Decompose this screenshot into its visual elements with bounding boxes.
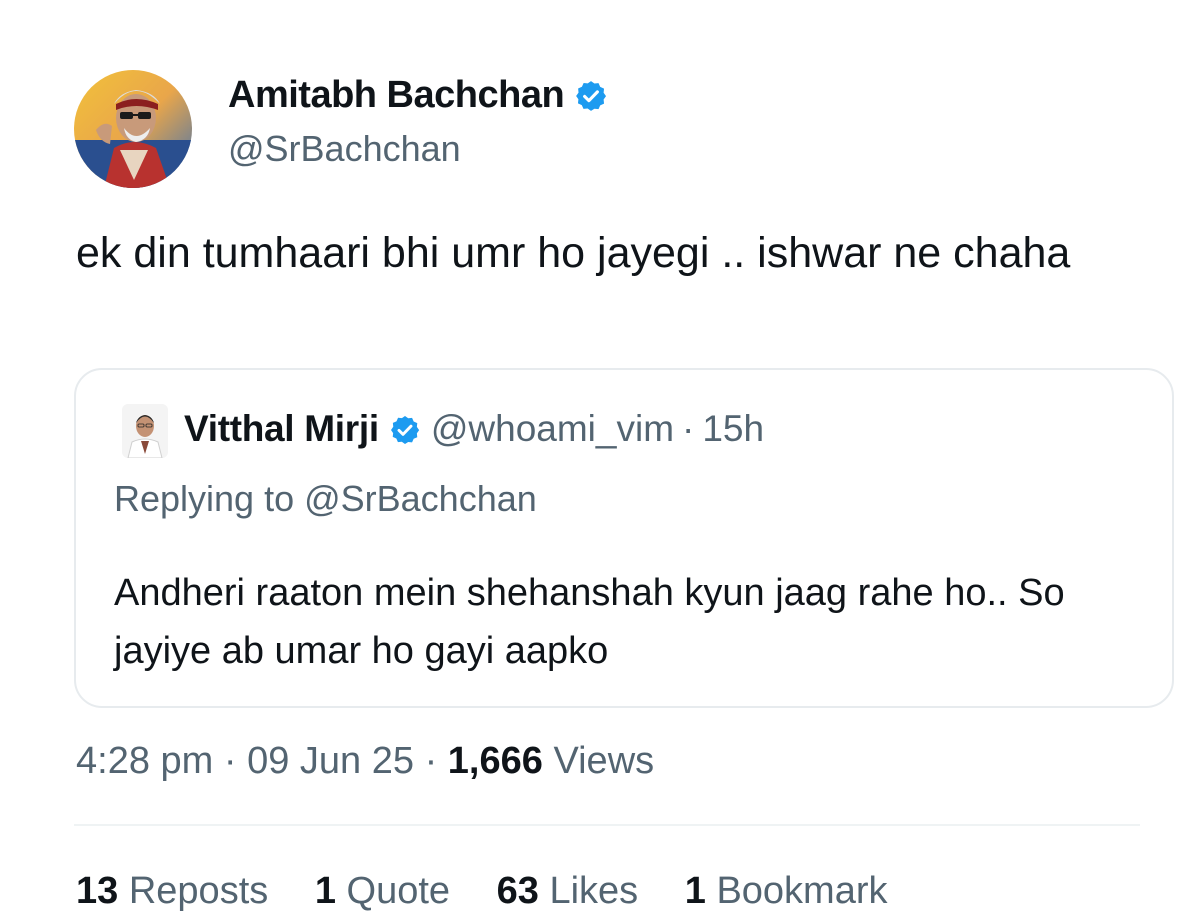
tweet-time[interactable]: 4:28 pm — [76, 740, 213, 782]
author-name-row[interactable]: Amitabh Bachchan — [228, 74, 608, 117]
author-avatar[interactable] — [74, 70, 192, 188]
verified-badge-icon — [574, 79, 608, 113]
quoted-timestamp[interactable]: 15h — [702, 408, 764, 450]
author-handle[interactable]: @SrBachchan — [228, 128, 461, 170]
quoted-separator: · — [682, 408, 695, 449]
replying-to[interactable]: Replying to @SrBachchan — [114, 478, 537, 520]
bookmarks-stat[interactable]: 1 Bookmark — [685, 870, 888, 912]
tweet-meta: 4:28 pm · 09 Jun 25 · 1,666 Views — [76, 740, 654, 783]
likes-label: Likes — [549, 870, 639, 912]
tweet-text: ek din tumhaari bhi umr ho jayegi .. ish… — [76, 229, 1071, 277]
likes-count: 63 — [496, 870, 539, 912]
quoted-author-avatar[interactable] — [122, 404, 168, 458]
engagement-stats: 13 Reposts 1 Quote 63 Likes 1 Bookmark — [76, 870, 924, 913]
meta-separator: · — [424, 740, 438, 782]
quotes-label: Quote — [346, 870, 451, 912]
reposts-stat[interactable]: 13 Reposts — [76, 870, 268, 912]
tweet-card: Amitabh Bachchan @SrBachchan ek din tumh… — [0, 0, 1200, 912]
reposts-count: 13 — [76, 870, 119, 912]
quotes-stat[interactable]: 1 Quote — [315, 870, 450, 912]
divider — [74, 824, 1140, 826]
quotes-count: 1 — [314, 870, 336, 912]
meta-separator: · — [223, 740, 237, 782]
bookmarks-count: 1 — [684, 870, 706, 912]
author-name[interactable]: Amitabh Bachchan — [228, 74, 565, 117]
quoted-tweet-text: Andheri raaton mein shehanshah kyun jaag… — [114, 572, 1065, 672]
views-label: Views — [553, 740, 655, 782]
bookmarks-label: Bookmark — [716, 870, 888, 912]
views-count: 1,666 — [447, 740, 543, 782]
tweet-date[interactable]: 09 Jun 25 — [247, 740, 414, 782]
verified-badge-icon — [389, 413, 421, 445]
reposts-label: Reposts — [128, 870, 269, 912]
quoted-author-handle[interactable]: @whoami_vim — [431, 408, 674, 450]
quoted-author-name[interactable]: Vitthal Mirji — [184, 408, 379, 450]
likes-stat[interactable]: 63 Likes — [497, 870, 639, 912]
quoted-tweet[interactable]: Vitthal Mirji @whoami_vim · 15h Replying… — [74, 368, 1174, 708]
quoted-header: Vitthal Mirji @whoami_vim · 15h — [184, 408, 764, 450]
